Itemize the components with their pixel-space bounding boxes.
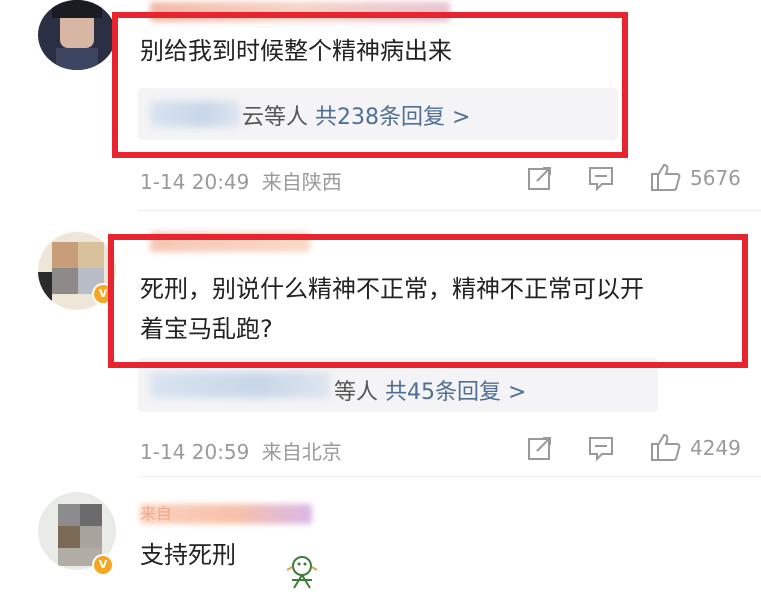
comment-icon[interactable] [587, 164, 615, 192]
comment-time: 1-14 20:59 [140, 440, 250, 464]
comment-feed: 别给我到时候整个精神病出来 云等人 共238条回复 > 1-14 20:49 来… [0, 0, 761, 592]
like-count: 5676 [690, 166, 741, 190]
like-count: 4249 [690, 436, 741, 460]
comment-location: 来自陕西 [261, 170, 342, 194]
comment-meta: 1-14 20:59 来自北京 [140, 436, 342, 465]
comment-time: 1-14 20:49 [140, 170, 250, 194]
divider [138, 476, 761, 477]
comment-location: 来自北京 [261, 440, 342, 464]
emoji-sticker-icon [286, 556, 318, 589]
divider [138, 210, 761, 211]
comment-meta: 1-14 20:49 来自陕西 [140, 166, 342, 195]
thumbs-up-icon[interactable] [650, 432, 682, 462]
avatar[interactable] [38, 0, 116, 70]
comment-text: 支持死刑 [140, 541, 236, 569]
highlight-box [108, 234, 748, 368]
share-icon[interactable] [526, 434, 554, 462]
replies-users: 等人 [334, 380, 379, 405]
replies-count-link[interactable]: 共45条回复 > [385, 380, 526, 405]
verified-badge-icon: V [92, 554, 114, 576]
thumbs-up-icon[interactable] [650, 162, 682, 192]
highlight-box [112, 12, 628, 158]
comment-icon[interactable] [587, 434, 615, 462]
share-icon[interactable] [526, 164, 554, 192]
username-partial: 来自 [140, 504, 173, 523]
